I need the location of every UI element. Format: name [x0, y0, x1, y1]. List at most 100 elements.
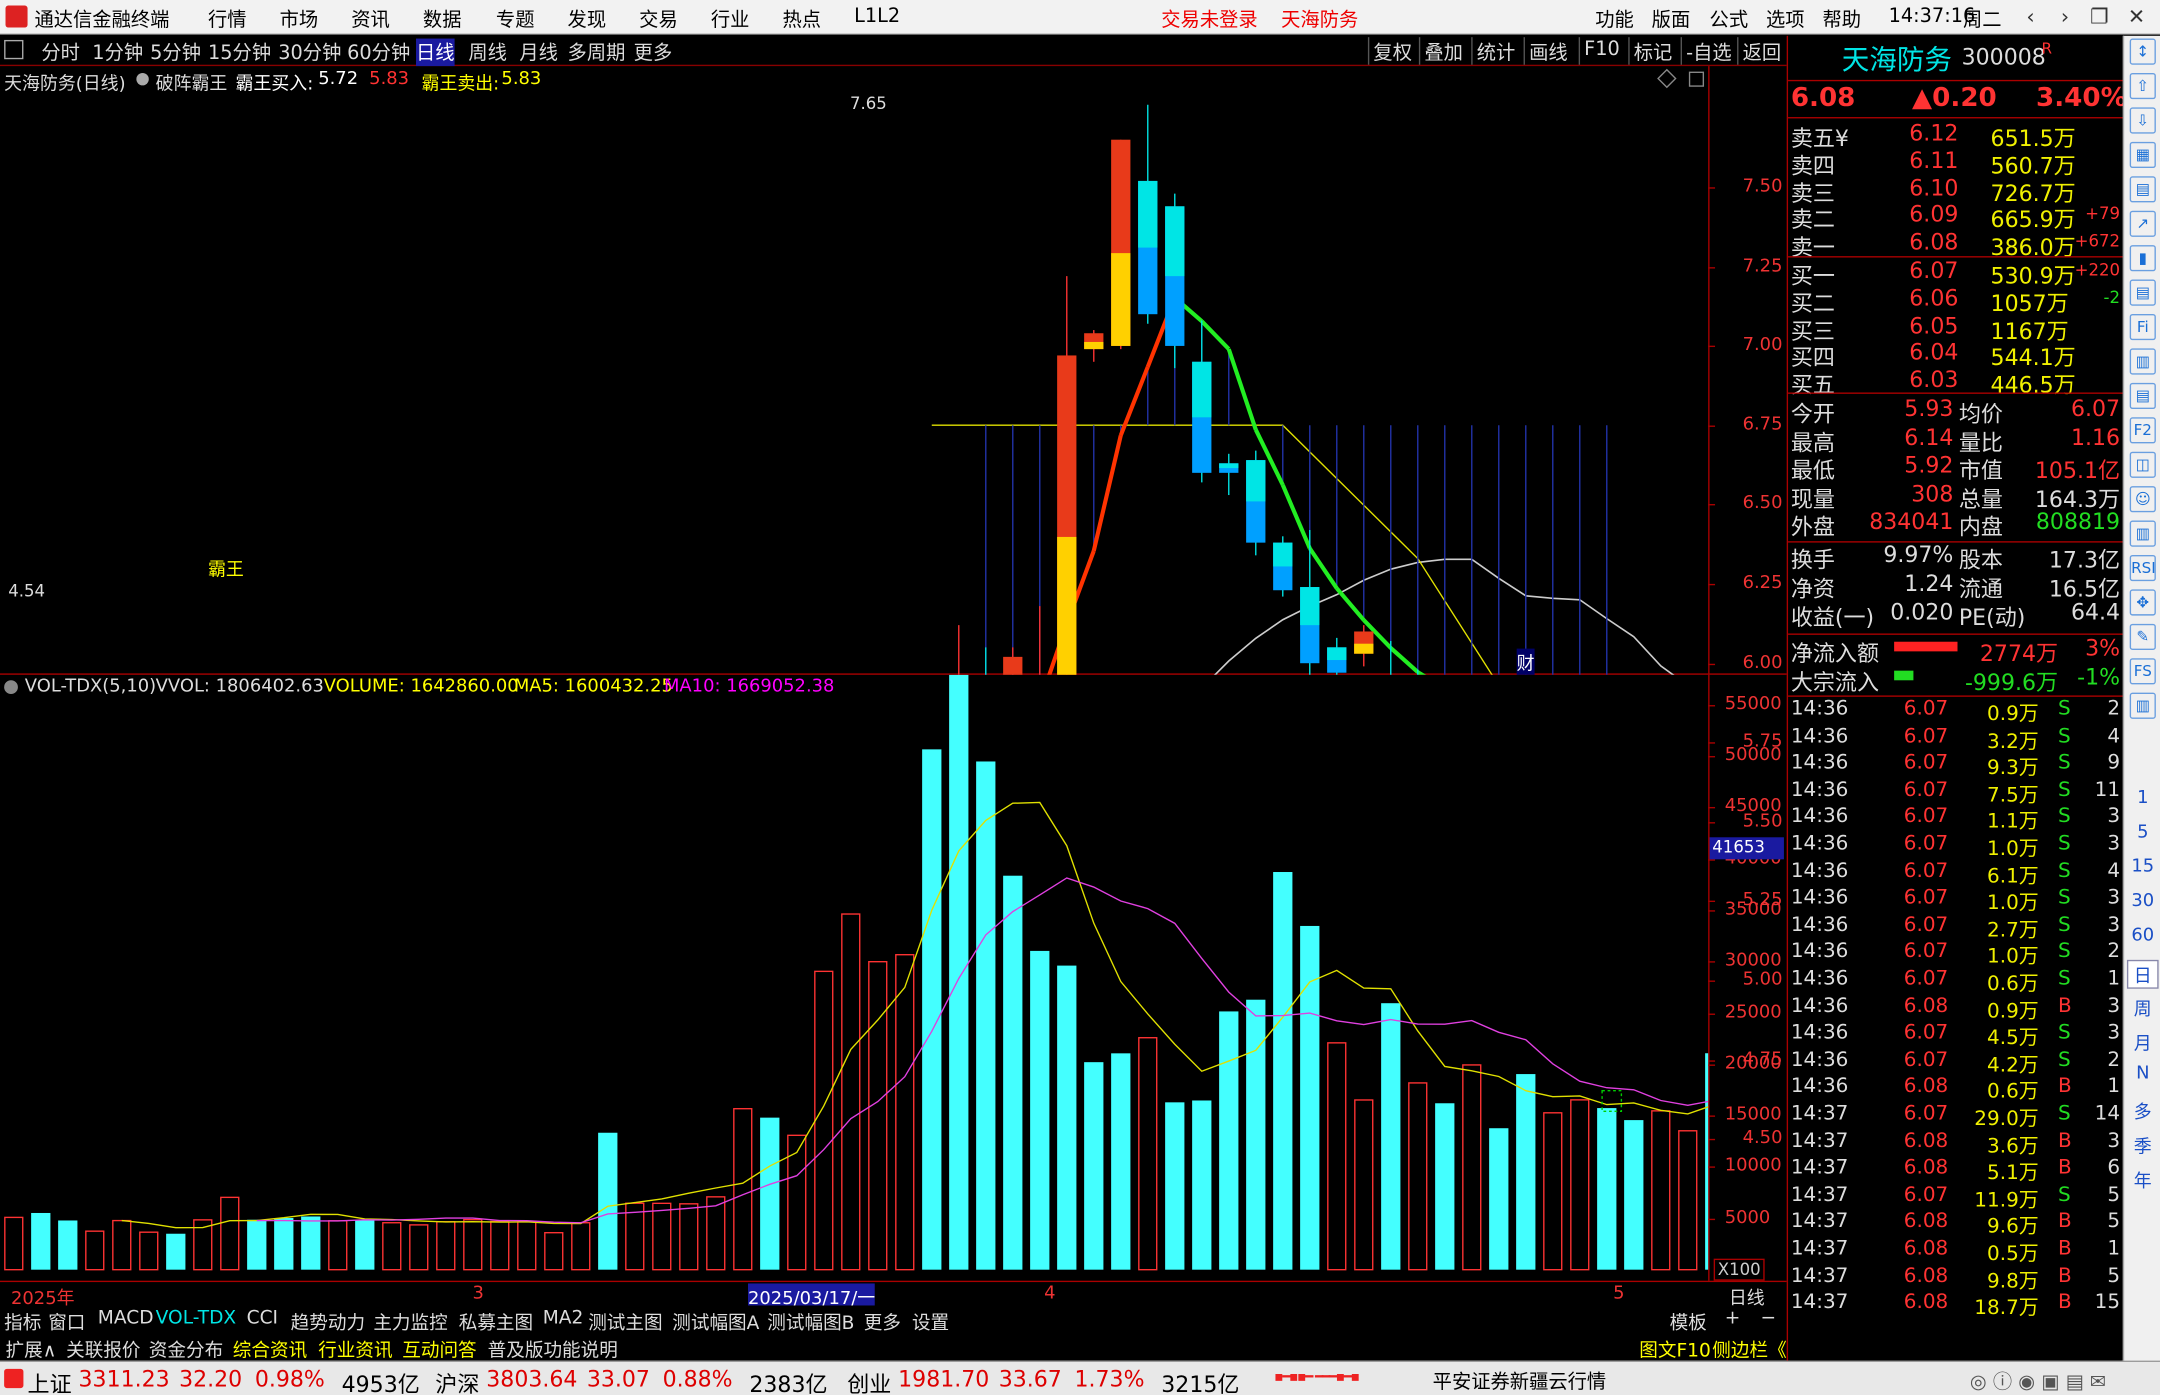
template-btn-2[interactable]: − — [1761, 1307, 1777, 1329]
current-stock-tag[interactable]: 天海防务 — [1281, 6, 1358, 34]
side-tool-icon-2[interactable]: ⇩ — [2129, 107, 2156, 134]
right-menu-1[interactable]: 版面 — [1652, 6, 1691, 34]
toolbar-btn-4[interactable]: F10 — [1584, 39, 1620, 61]
right-menu-0[interactable]: 功能 — [1595, 6, 1634, 34]
period-tab-4[interactable]: 30分钟 — [278, 39, 341, 67]
period-tab-6[interactable]: 日线 — [416, 38, 455, 67]
side-tool-icon-6[interactable]: ▮ — [2129, 245, 2156, 272]
side-tool-icon-9[interactable]: ▥ — [2129, 348, 2156, 375]
restore-window-icon[interactable]: ❐ — [2084, 4, 2114, 29]
menu-9[interactable]: L1L2 — [854, 6, 900, 28]
ext-tab-2[interactable]: 资金分布 — [149, 1334, 223, 1362]
trade-login-status[interactable]: 交易未登录 — [1161, 6, 1257, 34]
side-tool-icon-7[interactable]: ▤ — [2129, 279, 2156, 306]
template-btn-0[interactable]: 模板 — [1670, 1307, 1707, 1334]
period-tab-1[interactable]: 1分钟 — [92, 39, 143, 67]
side-period-9[interactable]: 多 — [2127, 1098, 2159, 1124]
menu-0[interactable]: 行情 — [208, 6, 247, 34]
indicator-tab-7[interactable]: 私募主图 — [459, 1307, 533, 1334]
side-tool-icon-10[interactable]: ▤ — [2129, 382, 2156, 409]
volume-chart[interactable]: VOL-TDX(5,10) VVOL: 1806402.63 VOLUME: 1… — [0, 674, 1787, 1281]
side-tool-icon-15[interactable]: RSI — [2129, 554, 2156, 582]
indicator-tab-13[interactable]: 设置 — [912, 1307, 949, 1334]
menu-3[interactable]: 数据 — [423, 6, 462, 34]
side-tool-icon-4[interactable]: ▤ — [2129, 176, 2156, 203]
period-tab-7[interactable]: 周线 — [468, 39, 507, 67]
right-menu-3[interactable]: 选项 — [1766, 6, 1805, 34]
right-menu-4[interactable]: 帮助 — [1822, 6, 1861, 34]
toolbar-btn-7[interactable]: 返回 — [1743, 39, 1782, 67]
side-period-7[interactable]: 月 — [2127, 1029, 2159, 1055]
indicator-tab-1[interactable]: 窗口 — [48, 1307, 85, 1334]
side-tool-icon-17[interactable]: ✎ — [2129, 623, 2156, 650]
side-tool-icon-5[interactable]: ↗ — [2129, 210, 2156, 237]
ext-tab-5[interactable]: 互动问答 — [402, 1334, 476, 1362]
panel-toggle-icon[interactable] — [4, 39, 24, 60]
indicator-tab-3[interactable]: VOL-TDX — [156, 1307, 237, 1329]
back-arrow-icon[interactable]: ‹ — [2015, 4, 2045, 29]
toolbar-btn-2[interactable]: 统计 — [1477, 39, 1516, 67]
indicator-tab-10[interactable]: 测试幅图A — [672, 1307, 759, 1334]
index-name-0[interactable]: 上证 — [28, 1366, 72, 1395]
period-tab-5[interactable]: 60分钟 — [347, 39, 410, 67]
menu-1[interactable]: 市场 — [280, 6, 319, 34]
side-tool-icon-14[interactable]: ▥ — [2129, 520, 2156, 547]
toolbar-btn-3[interactable]: 画线 — [1529, 39, 1568, 67]
ext-right-0[interactable]: 图文F10 — [1639, 1334, 1711, 1362]
side-tool-icon-16[interactable]: ✥ — [2129, 589, 2156, 616]
menu-4[interactable]: 专题 — [496, 6, 535, 34]
side-period-6[interactable]: 周 — [2127, 994, 2159, 1021]
indicator-tab-11[interactable]: 测试幅图B — [767, 1307, 854, 1334]
ext-tab-6[interactable]: 普及版功能说明 — [488, 1334, 618, 1362]
ext-right-1[interactable]: 侧边栏《 — [1712, 1334, 1786, 1362]
toolbar-btn-1[interactable]: 叠加 — [1424, 39, 1463, 67]
right-menu-2[interactable]: 公式 — [1710, 6, 1749, 34]
side-tool-icon-18[interactable]: FS — [2129, 658, 2156, 685]
side-period-8[interactable]: N — [2127, 1063, 2159, 1084]
side-tool-icon-12[interactable]: ◫ — [2129, 451, 2156, 478]
side-tool-icon-1[interactable]: ⇧ — [2129, 72, 2156, 100]
menu-2[interactable]: 资讯 — [351, 6, 390, 34]
side-tool-icon-8[interactable]: Fi — [2129, 313, 2156, 341]
indicator-tab-6[interactable]: 主力监控 — [373, 1307, 447, 1334]
side-tool-icon-0[interactable]: ↕ — [2129, 38, 2156, 65]
side-period-4[interactable]: 60 — [2127, 925, 2159, 946]
status-tool-icons[interactable]: ◎ ⓘ ◉ ▣ ▤ ✉ — [1970, 1367, 2106, 1395]
indicator-tab-4[interactable]: CCI — [247, 1307, 278, 1329]
close-window-icon[interactable]: ✕ — [2121, 4, 2151, 29]
side-period-3[interactable]: 30 — [2127, 891, 2159, 912]
menu-5[interactable]: 发现 — [568, 6, 607, 34]
toolbar-btn-5[interactable]: 标记 — [1634, 39, 1673, 67]
indicator-tab-2[interactable]: MACD — [98, 1307, 154, 1329]
period-tab-2[interactable]: 5分钟 — [150, 39, 201, 67]
period-tab-10[interactable]: 更多 — [634, 39, 673, 67]
indicator-tab-0[interactable]: 指标 — [4, 1307, 41, 1334]
side-period-10[interactable]: 季 — [2127, 1132, 2159, 1158]
side-period-0[interactable]: 1 — [2127, 788, 2159, 809]
menu-8[interactable]: 热点 — [782, 6, 821, 34]
indicator-tab-8[interactable]: MA2 — [543, 1307, 584, 1329]
template-btn-1[interactable]: + — [1725, 1307, 1741, 1329]
menu-7[interactable]: 行业 — [711, 6, 750, 34]
side-tool-icon-3[interactable]: ▦ — [2129, 141, 2156, 169]
menu-6[interactable]: 交易 — [639, 6, 678, 34]
toolbar-btn-0[interactable]: 复权 — [1373, 39, 1412, 67]
indicator-tab-9[interactable]: 测试主图 — [588, 1307, 662, 1334]
period-tab-9[interactable]: 多周期 — [568, 39, 626, 67]
period-tab-0[interactable]: 分时 — [41, 39, 80, 67]
ext-tab-3[interactable]: 综合资讯 — [233, 1334, 307, 1362]
side-period-5[interactable]: 日 — [2126, 959, 2159, 989]
ext-tab-0[interactable]: 扩展∧ — [6, 1334, 57, 1362]
side-period-11[interactable]: 年 — [2127, 1166, 2159, 1193]
kline-chart[interactable]: 天海防务(日线) 破阵霸王 霸王买入: 5.72 5.83 霸王卖出: 5.83… — [0, 66, 1787, 1149]
index-name-1[interactable]: 沪深 — [435, 1366, 479, 1395]
side-period-1[interactable]: 5 — [2127, 822, 2159, 843]
period-tab-3[interactable]: 15分钟 — [208, 39, 271, 67]
ext-tab-1[interactable]: 关联报价 — [66, 1334, 140, 1362]
side-period-2[interactable]: 15 — [2127, 857, 2159, 878]
forward-arrow-icon[interactable]: › — [2050, 4, 2080, 29]
side-tool-icon-11[interactable]: F2 — [2129, 417, 2156, 444]
side-tool-icon-13[interactable]: ☺ — [2129, 486, 2156, 513]
indicator-tab-12[interactable]: 更多 — [864, 1307, 901, 1334]
period-tab-8[interactable]: 月线 — [519, 39, 558, 67]
